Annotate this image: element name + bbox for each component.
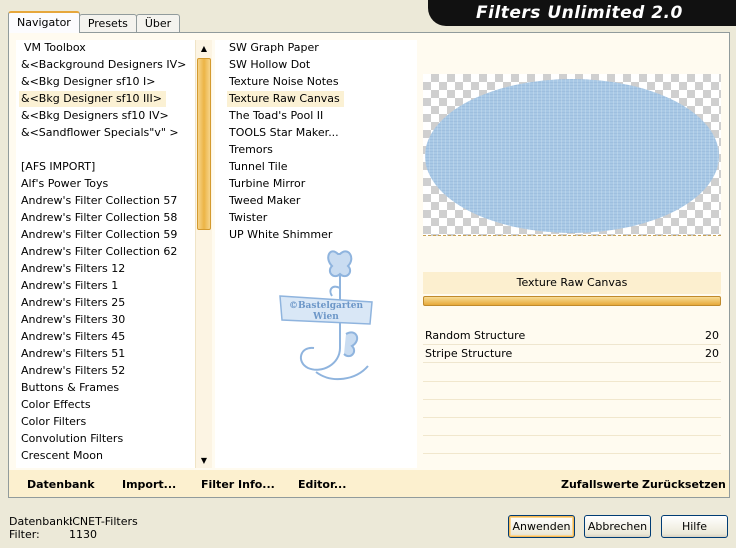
category-item[interactable]: Andrew's Filters 25: [19, 295, 129, 311]
filter-list[interactable]: ©Bastelgarten Wien SW Graph Paper SW Holl…: [215, 40, 417, 468]
preview-image: [423, 74, 721, 236]
category-item[interactable]: Buttons & Frames: [19, 380, 123, 396]
status-db-value: ICNET-Filters: [69, 515, 138, 528]
category-item[interactable]: &<Bkg Designer sf10 I>: [19, 74, 160, 90]
param-row-empty: [423, 399, 721, 400]
tab-about[interactable]: Über: [135, 14, 181, 33]
filter-item[interactable]: UP White Shimmer: [227, 227, 336, 243]
import-label: Import...: [122, 478, 177, 491]
category-item[interactable]: Andrew's Filters 52: [19, 363, 129, 379]
filter-item[interactable]: Texture Noise Notes: [227, 74, 343, 90]
scroll-down-icon[interactable]: ▼: [196, 452, 212, 468]
progress-bar: [423, 296, 721, 306]
category-item[interactable]: Convolution Filters: [19, 431, 127, 447]
category-list[interactable]: VM Toolbox &<Background Designers IV> &<Bk…: [16, 40, 195, 468]
help-button[interactable]: Hilfe: [661, 515, 728, 538]
category-item[interactable]: [AFS IMPORT]: [19, 159, 99, 175]
apply-button[interactable]: Anwenden: [508, 515, 575, 538]
scroll-thumb[interactable]: [197, 58, 211, 230]
tab-bar: Navigator Presets Über: [8, 11, 181, 33]
status-db-label: Datenbank:: [9, 515, 74, 528]
param-row-empty: [423, 417, 721, 418]
editor-label: Editor...: [298, 478, 347, 491]
filter-item[interactable]: The Toad's Pool II: [227, 108, 327, 124]
tab-navigator[interactable]: Navigator: [8, 11, 80, 33]
filter-item[interactable]: Tremors: [227, 142, 277, 158]
category-item[interactable]: Andrew's Filter Collection 57: [19, 193, 181, 209]
filter-item[interactable]: SW Graph Paper: [227, 40, 323, 56]
category-item[interactable]: &<Background Designers IV>: [19, 57, 190, 73]
param-row-empty: [423, 453, 721, 454]
category-item[interactable]: Andrew's Filter Collection 58: [19, 210, 181, 226]
category-item[interactable]: Andrew's Filters 12: [19, 261, 129, 277]
zuruecksetzen-label: Zurücksetzen: [642, 478, 726, 491]
category-item[interactable]: &<Bkg Designer sf10 III>: [19, 91, 167, 107]
category-item[interactable]: Andrew's Filters 51: [19, 346, 129, 362]
category-item[interactable]: Andrew's Filter Collection 62: [19, 244, 181, 260]
datenbank-button[interactable]: Datenbank: [27, 478, 95, 491]
filter-info-button[interactable]: Filter Info...: [201, 478, 275, 491]
category-item[interactable]: Crescent Moon: [19, 448, 107, 464]
watermark-text-2: Wien: [312, 312, 339, 322]
filter-item[interactable]: Twister: [227, 210, 271, 226]
param-row-empty: [423, 435, 721, 436]
category-item[interactable]: Color Filters: [19, 414, 90, 430]
window-title: Filters Unlimited 2.0: [476, 3, 683, 23]
filter-item[interactable]: Turbine Mirror: [227, 176, 309, 192]
param-value[interactable]: 20: [705, 345, 719, 363]
category-item[interactable]: &<Bkg Designers sf10 IV>: [19, 108, 173, 124]
filter-info-label: Filter Info...: [201, 478, 275, 491]
zufallswerte-button[interactable]: Zufallswerte: [561, 478, 639, 491]
param-row-random-structure[interactable]: Random Structure 20: [423, 327, 721, 345]
watermark-logo: ©Bastelgarten Wien: [279, 250, 373, 381]
filter-item[interactable]: Texture Raw Canvas: [227, 91, 344, 107]
status-filter-label: Filter:: [9, 528, 40, 541]
param-name: Stripe Structure: [425, 347, 513, 360]
filter-item[interactable]: Tweed Maker: [227, 193, 304, 209]
filter-item[interactable]: SW Hollow Dot: [227, 57, 314, 73]
datenbank-label: Datenbank: [27, 478, 95, 491]
param-row-empty: [423, 381, 721, 382]
category-item[interactable]: Andrew's Filters 45: [19, 329, 129, 345]
filter-item[interactable]: TOOLS Star Maker...: [227, 125, 343, 141]
param-row-stripe-structure[interactable]: Stripe Structure 20: [423, 345, 721, 363]
filter-item[interactable]: Tunnel Tile: [227, 159, 292, 175]
category-item[interactable]: &<Sandflower Specials"v" >: [19, 125, 183, 141]
selected-filter-name: Texture Raw Canvas: [423, 272, 721, 294]
category-item[interactable]: Alf's Power Toys: [19, 176, 112, 192]
zuruecksetzen-button[interactable]: Zurücksetzen: [642, 478, 726, 491]
cancel-button[interactable]: Abbrechen: [584, 515, 651, 538]
param-name: Random Structure: [425, 329, 526, 342]
watermark-text-1: ©Bastelgarten: [289, 301, 364, 311]
category-item[interactable]: Andrew's Filter Collection 59: [19, 227, 181, 243]
category-item[interactable]: VM Toolbox: [22, 40, 90, 56]
category-item[interactable]: [19, 142, 25, 158]
category-item[interactable]: Andrew's Filters 1: [19, 278, 122, 294]
import-button[interactable]: Import...: [122, 478, 176, 491]
param-value[interactable]: 20: [705, 327, 719, 345]
preview-ellipse: [425, 79, 719, 233]
category-item[interactable]: Andrew's Filters 30: [19, 312, 129, 328]
tab-presets[interactable]: Presets: [78, 14, 137, 33]
status-filter-value: 1130: [69, 528, 97, 541]
zufallswerte-label: Zufallswerte: [561, 478, 639, 491]
editor-button[interactable]: Editor...: [298, 478, 346, 491]
category-item[interactable]: Color Effects: [19, 397, 95, 413]
category-scrollbar[interactable]: ▲ ▼: [195, 40, 212, 468]
scroll-up-icon[interactable]: ▲: [196, 40, 212, 56]
